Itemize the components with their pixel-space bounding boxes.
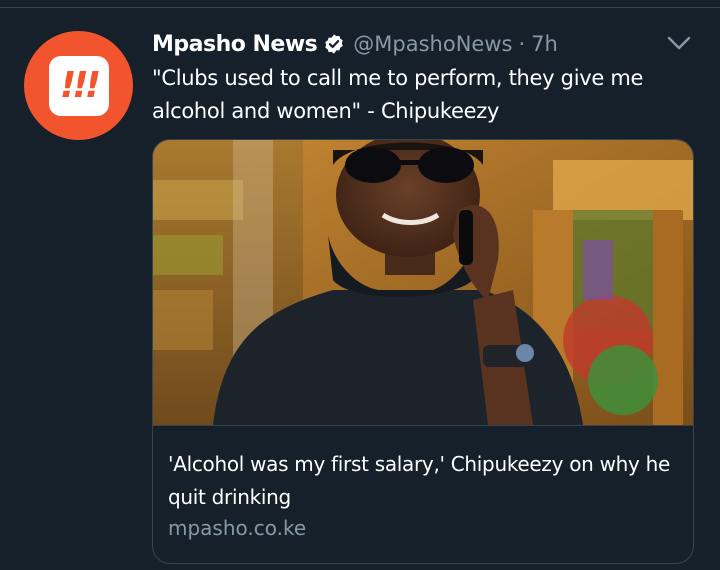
author-handle[interactable]: @MpashoNews (353, 32, 512, 56)
card-domain[interactable]: mpasho.co.ke (168, 516, 306, 540)
tweet-text: "Clubs used to call me to perform, they … (152, 66, 644, 123)
card-title[interactable]: 'Alcohol was my first salary,' Chipukeez… (168, 448, 688, 514)
avatar[interactable]: !!! (24, 31, 133, 140)
avatar-glyph: !!! (59, 64, 101, 106)
chevron-down-icon[interactable] (666, 34, 692, 52)
top-divider (0, 7, 720, 8)
verified-badge-icon (325, 34, 343, 54)
tweet-timestamp[interactable]: 7h (531, 32, 558, 56)
tweet-header: Mpasho News @MpashoNews · 7h (152, 28, 558, 60)
author-name[interactable]: Mpasho News (152, 32, 318, 57)
brand-logo-icon: !!! (48, 55, 109, 116)
separator-dot: · (518, 32, 526, 56)
card-body: 'Alcohol was my first salary,' Chipukeez… (153, 425, 693, 563)
card-image (153, 140, 693, 425)
link-card[interactable]: 'Alcohol was my first salary,' Chipukeez… (152, 139, 694, 564)
